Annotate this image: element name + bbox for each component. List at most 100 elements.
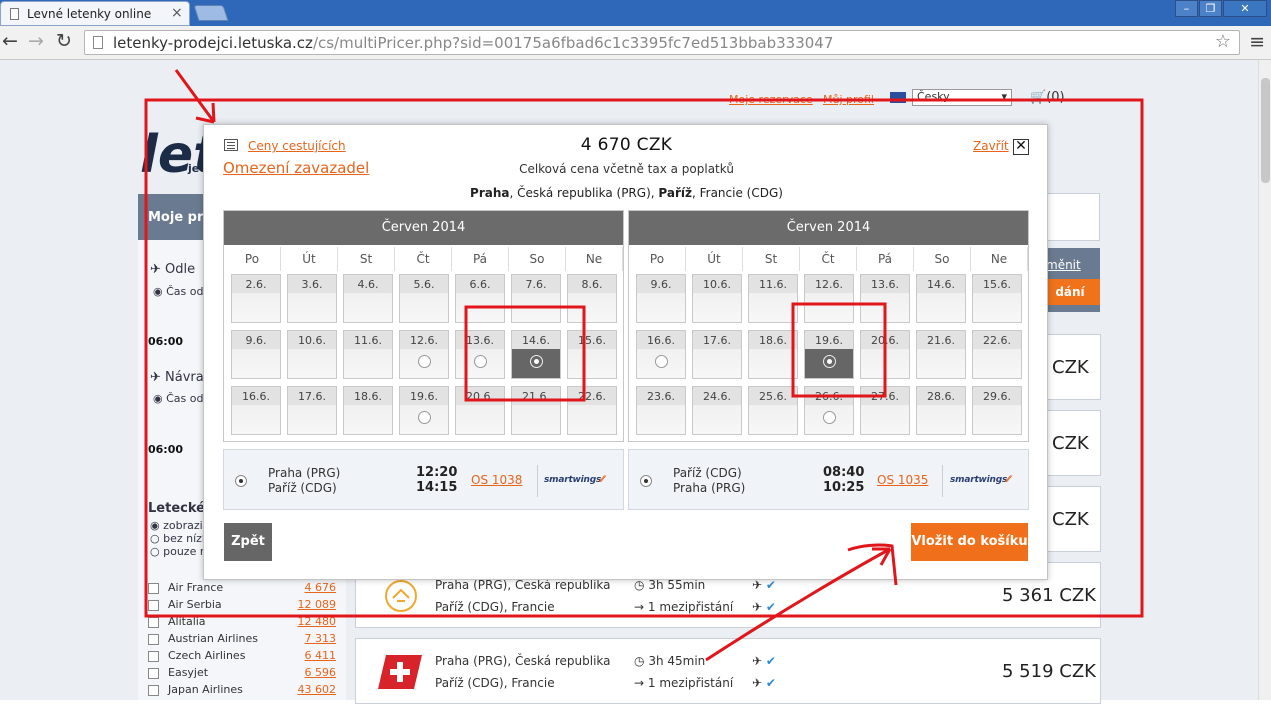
my-reservations-link[interactable]: Moje rezervace	[729, 93, 813, 106]
return-time-filter[interactable]: ◉ Čas od	[153, 392, 203, 405]
day-number: 19.6.	[815, 334, 843, 347]
return-heading: ✈ Návra	[150, 370, 204, 385]
airline-filter-row[interactable]: Czech Airlines 6 411	[148, 649, 336, 666]
flight-to: Praha (PRG)	[673, 481, 746, 495]
flight-from: Praha (PRG)	[268, 466, 341, 480]
star-icon[interactable]: ☆	[1215, 31, 1231, 52]
calendar-day: 21.6.	[511, 386, 561, 435]
calendar-day: 16.6.	[231, 386, 281, 435]
arrow-right-icon: →	[634, 676, 645, 690]
cart-count[interactable]: 🛒(0)	[1030, 90, 1065, 105]
filter-option[interactable]: ○ bez nízk	[150, 532, 208, 545]
outbound-time-filter[interactable]: ◉ Čas od	[153, 285, 203, 298]
url-text[interactable]: letenky-prodejci.letuska.cz/cs/multiPric…	[113, 34, 833, 52]
minimize-icon[interactable]: –	[1175, 0, 1198, 17]
calendar-day[interactable]: 12.6.	[399, 330, 449, 379]
airline-filter-row[interactable]: Austrian Airlines 7 313	[148, 632, 336, 649]
day-number: 12.6.	[410, 334, 438, 347]
weekday-label: Po	[224, 247, 281, 271]
day-number: 10.6.	[703, 278, 731, 291]
maximize-icon[interactable]: ❐	[1199, 0, 1222, 17]
date-radio[interactable]	[823, 355, 836, 368]
address-bar[interactable]: letenky-prodejci.letuska.cz/cs/multiPric…	[84, 30, 1240, 55]
calendar-day: 2.6.	[231, 274, 281, 323]
calendar-day: 8.6.	[567, 274, 617, 323]
date-radio[interactable]	[418, 411, 431, 424]
result-origin: Praha (PRG), Česká republika	[435, 578, 611, 592]
calendar-day[interactable]: 19.6.	[399, 386, 449, 435]
calendar-day: 3.6.	[287, 274, 337, 323]
calendar-day[interactable]: 16.6.	[636, 330, 686, 379]
new-tab-button[interactable]	[193, 5, 229, 21]
close-link[interactable]: Zavřít	[973, 139, 1009, 153]
browser-toolbar: ← → ↻ letenky-prodejci.letuska.cz/cs/mul…	[0, 26, 1271, 60]
outbound-flight[interactable]: Praha (PRG) Paříž (CDG) 12:20 14:15 OS 1…	[223, 449, 624, 510]
back-arrow-icon[interactable]: ←	[2, 30, 18, 52]
weekday-label: St	[338, 247, 395, 271]
date-radio[interactable]	[655, 355, 668, 368]
browser-tab[interactable]: Levné letenky online ×	[0, 1, 190, 26]
back-button[interactable]: Zpět	[224, 523, 272, 561]
date-radio[interactable]	[530, 355, 543, 368]
calendar-day: 17.6.	[287, 386, 337, 435]
airline-filter-row[interactable]: Alitalia 12 480	[148, 615, 336, 632]
change-search-link[interactable]: měnit	[1046, 258, 1081, 272]
day-number: 14.6.	[522, 334, 550, 347]
flight-radio[interactable]	[640, 475, 652, 487]
tab-close-icon[interactable]: ×	[171, 5, 183, 21]
date-radio[interactable]	[823, 411, 836, 424]
calendar-day: 9.6.	[636, 274, 686, 323]
scroll-thumb[interactable]	[1261, 78, 1270, 183]
checkbox[interactable]	[148, 583, 159, 594]
divider	[537, 465, 538, 497]
checkbox[interactable]	[148, 600, 159, 611]
airline-filter-row[interactable]: Air Serbia 12 089	[148, 598, 336, 615]
day-number: 4.6.	[357, 278, 379, 291]
my-profile-link[interactable]: Můj profil	[823, 93, 874, 106]
date-radio[interactable]	[418, 355, 431, 368]
language-select[interactable]: Česky ▾	[912, 89, 1012, 106]
date-radio[interactable]	[474, 355, 487, 368]
checkbox[interactable]	[148, 634, 159, 645]
checkbox[interactable]	[148, 617, 159, 628]
flag-icon	[890, 92, 906, 103]
outbound-calendar: Červen 2014 Po Út St Čt Pá So Ne 2.6. 3.6. 4.6. 5…	[223, 210, 624, 442]
page-scrollbar[interactable]	[1258, 60, 1271, 700]
add-to-cart-button[interactable]: Vložit do košíku	[911, 523, 1028, 561]
flight-radio[interactable]	[235, 475, 247, 487]
checkbox[interactable]	[148, 668, 159, 679]
return-flight[interactable]: Paříž (CDG) Praha (PRG) 08:40 10:25 OS 1…	[628, 449, 1029, 510]
weekday-label: Po	[629, 247, 686, 271]
airline-filter-row[interactable]: Easyjet 6 596	[148, 666, 336, 683]
clock-icon: ◷	[634, 578, 645, 592]
smartwings-logo: smartwings⁄⁄	[950, 475, 1010, 485]
return-time-value: 06:00	[148, 443, 184, 456]
filter-option[interactable]: ○ pouze n	[150, 545, 207, 558]
flight-code-link[interactable]: OS 1035	[877, 473, 928, 487]
filter-option[interactable]: ◉ zobrazit	[150, 519, 207, 532]
flight-code-link[interactable]: OS 1038	[471, 473, 522, 487]
window-close-icon[interactable]: ✕	[1223, 0, 1267, 17]
departure-time: 12:20	[416, 465, 458, 480]
calendar-day[interactable]: 14.6.	[511, 330, 561, 379]
checkbox[interactable]	[148, 685, 159, 696]
calendar-day[interactable]: 26.6.	[804, 386, 854, 435]
close-icon[interactable]: ✕	[1013, 139, 1029, 155]
day-number: 3.6.	[301, 278, 323, 291]
calendar-day[interactable]: 13.6.	[455, 330, 505, 379]
calendar-day[interactable]: 19.6.	[804, 330, 854, 379]
search-button[interactable]: dání	[1040, 279, 1100, 305]
flight-detail-modal: Ceny cestujících Omezení zavazadel 4 670…	[203, 124, 1048, 580]
reload-icon[interactable]: ↻	[56, 30, 72, 52]
plane-icon: ✈ ✔	[752, 676, 776, 690]
airline-filter-row[interactable]: Air France 4 676	[148, 581, 336, 598]
calendar-day: 21.6.	[916, 330, 966, 379]
result-card[interactable]: Praha (PRG), Česká republika Paříž (CDG)…	[355, 638, 1101, 704]
airline-filter-row[interactable]: Japan Airlines 43 602	[148, 683, 336, 700]
forward-arrow-icon[interactable]: →	[28, 30, 44, 52]
day-number: 26.6.	[815, 390, 843, 403]
day-number: 12.6.	[815, 278, 843, 291]
menu-icon[interactable]: ≡	[1249, 31, 1265, 53]
checkbox[interactable]	[148, 651, 159, 662]
calendar-day: 17.6.	[692, 330, 742, 379]
